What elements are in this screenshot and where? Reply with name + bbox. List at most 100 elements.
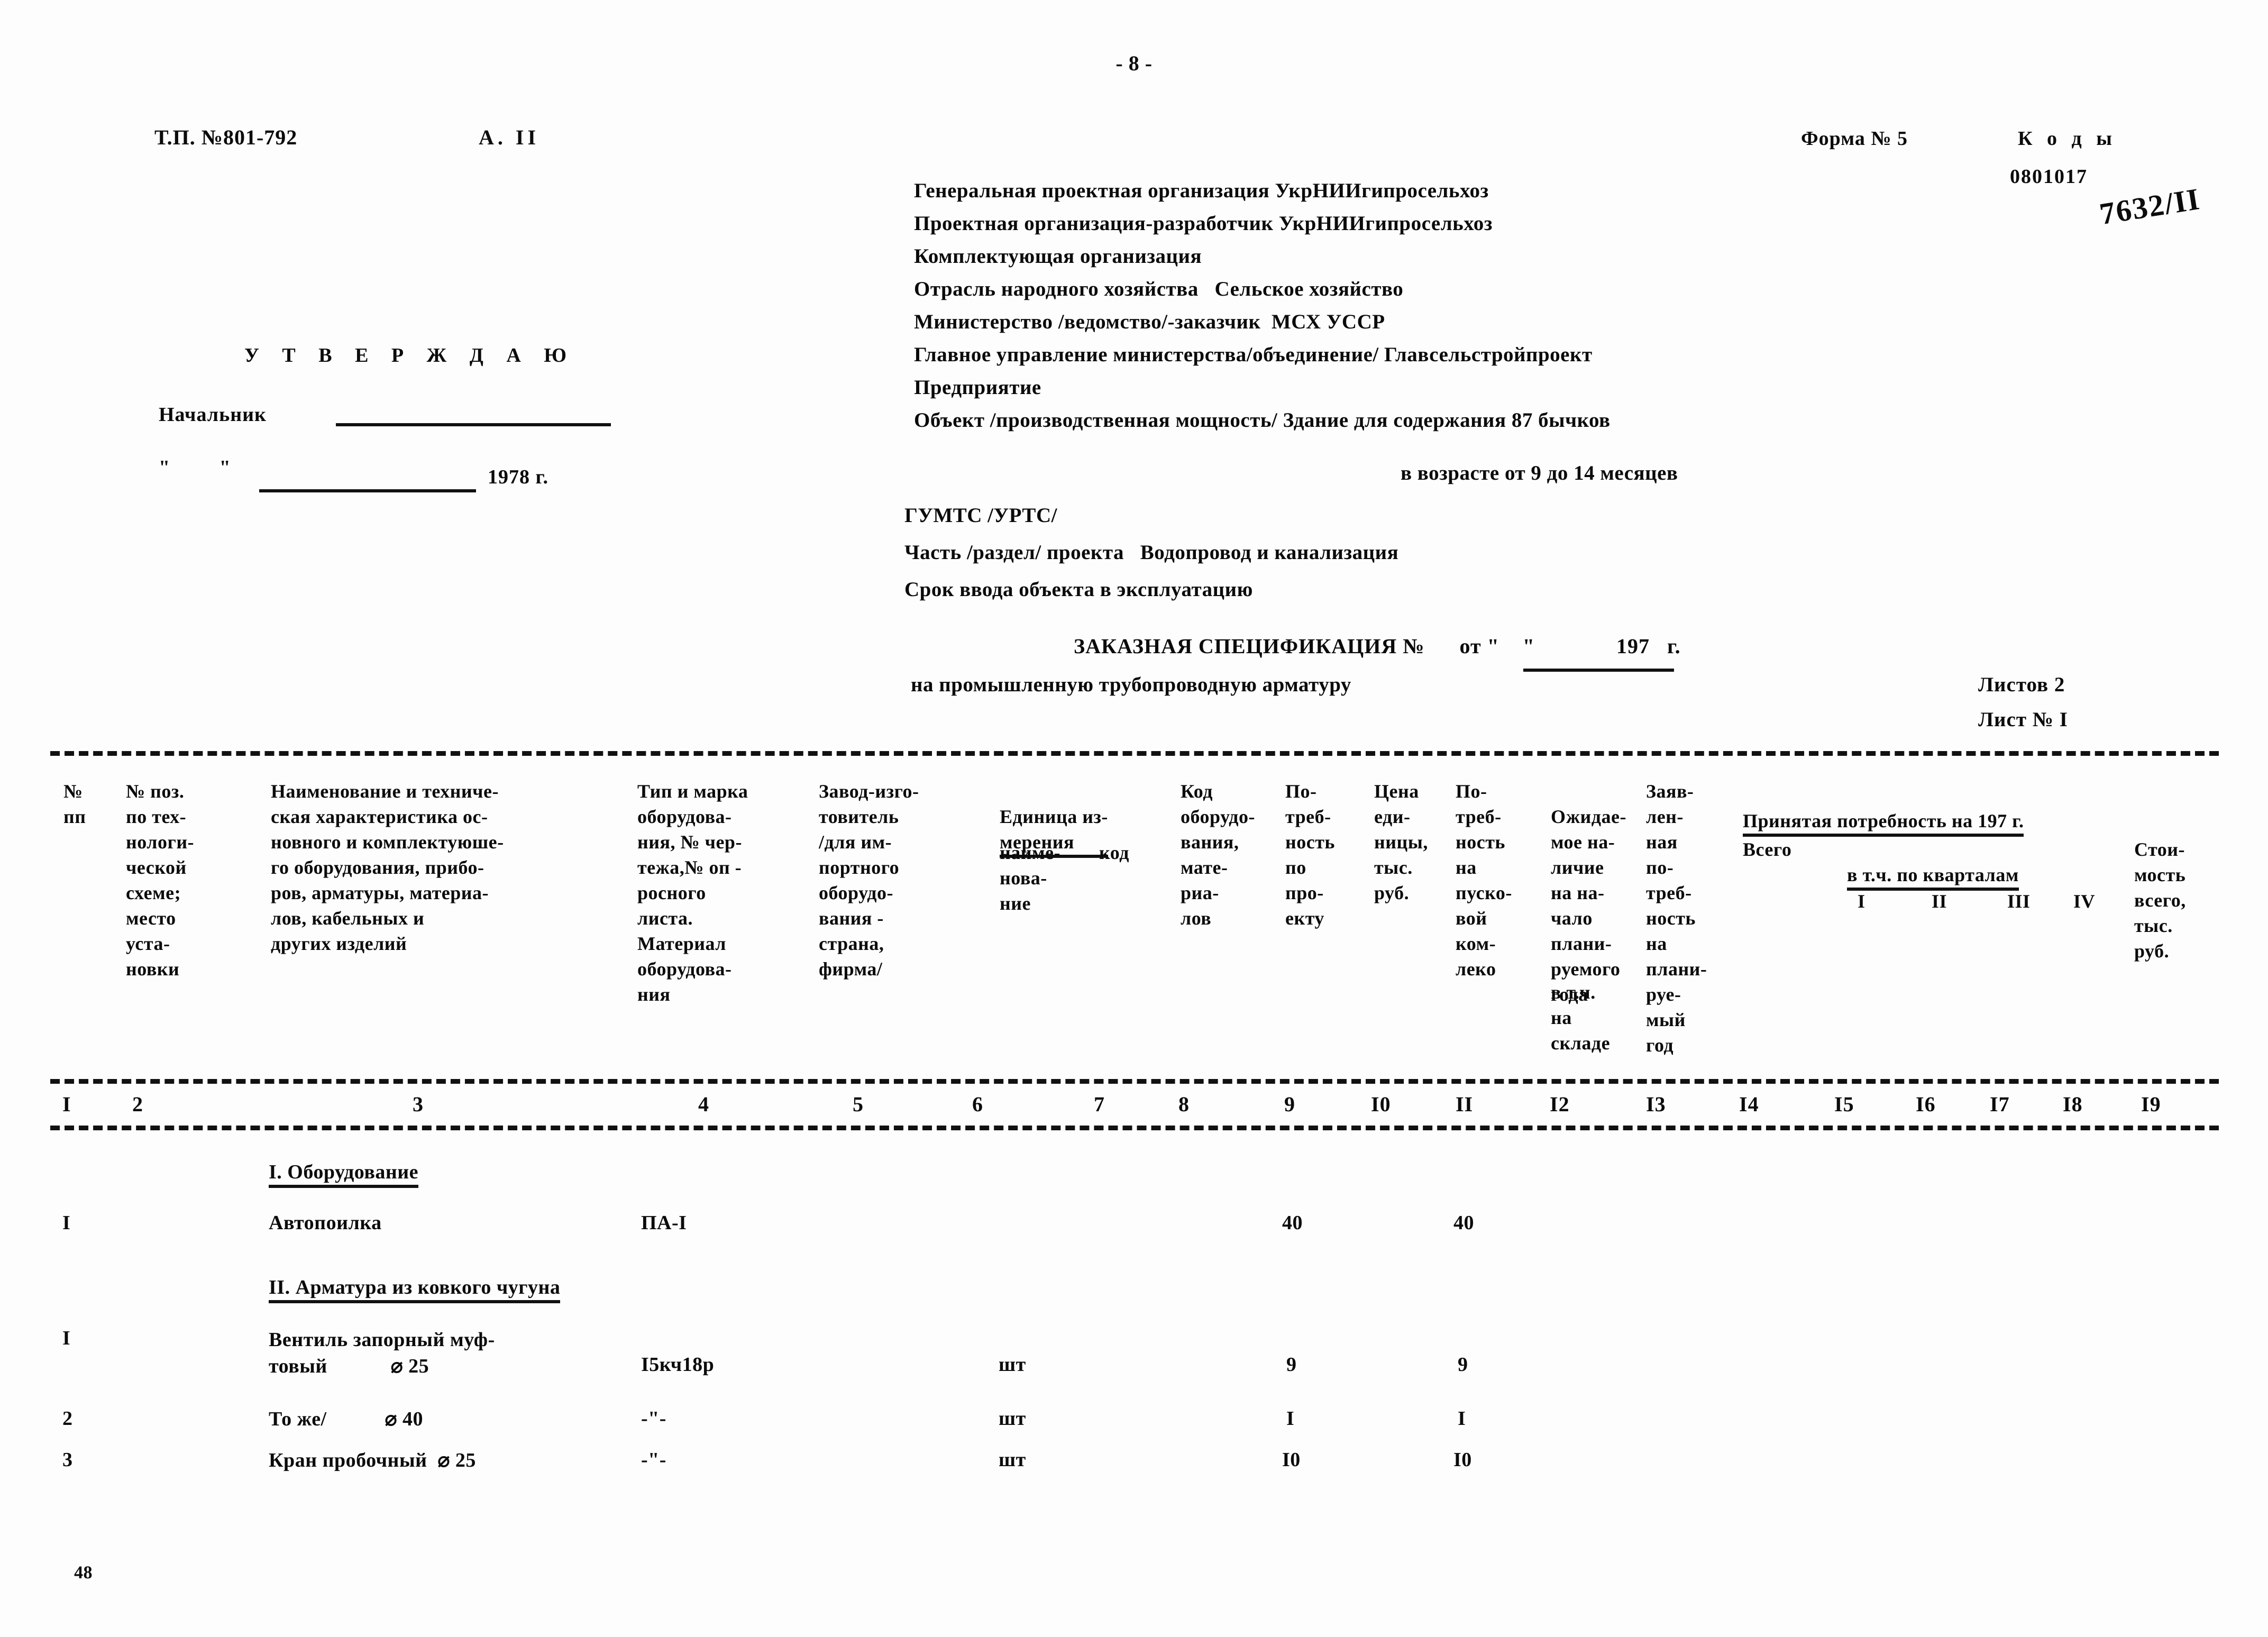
- col-number-11: II: [1456, 1092, 1474, 1116]
- info-row-general-org: Генеральная проектная организация УкрНИИ…: [914, 179, 1489, 202]
- col-number-2: 2: [132, 1092, 143, 1116]
- table-row-1-need-project: 40: [1282, 1212, 1303, 1234]
- col-number-12: I2: [1550, 1092, 1570, 1116]
- typical-project-number: Т.П. №801-792: [154, 125, 298, 149]
- sheet-current: Лист № I: [1978, 708, 2068, 731]
- col-number-7: 7: [1094, 1092, 1105, 1116]
- col-number-16: I6: [1916, 1092, 1936, 1116]
- table-row-2-need-project: 9: [1286, 1354, 1297, 1376]
- col-number-5: 5: [853, 1092, 864, 1116]
- col-header-quarter-3: III: [2007, 891, 2031, 912]
- info-row-developer-org: Проектная организация-разработчик УкрНИИ…: [914, 212, 1493, 235]
- col-header-by-quarters-text: в т.ч. по кварталам: [1847, 862, 2019, 891]
- col-number-9: 9: [1284, 1092, 1295, 1116]
- approval-year: 1978 г.: [488, 466, 548, 488]
- col-number-10: I0: [1371, 1092, 1391, 1116]
- col-header-unit-code: код: [1099, 842, 1129, 863]
- col-number-13: I3: [1646, 1092, 1666, 1116]
- col-header-quarter-1: I: [1858, 891, 1865, 912]
- col-number-6: 6: [972, 1092, 983, 1116]
- col-header-type: Тип и марка оборудова- ния, № чер- тежа,…: [637, 781, 748, 1005]
- info-row-object: Объект /производственная мощность/ Здани…: [914, 409, 1611, 432]
- col-header-no: № пп: [63, 781, 86, 827]
- col-number-14: I4: [1739, 1092, 1759, 1116]
- table-row-3-need-project: I: [1286, 1407, 1295, 1430]
- section-title-equipment: I. Оборудование: [269, 1160, 419, 1188]
- col-number-15: I5: [1834, 1092, 1854, 1116]
- sheets-total: Листов 2: [1978, 673, 2065, 696]
- col-header-expected-stock-text: Ожидае- мое на- личие на на- чало плани-…: [1551, 806, 1626, 1005]
- table-row-4-name: Кран пробочный ⌀ 25: [269, 1449, 476, 1471]
- form-number-label: Форма № 5: [1801, 127, 1908, 150]
- table-row-4-type: -"-: [641, 1449, 666, 1471]
- col-number-4: 4: [698, 1092, 709, 1116]
- col-header-accepted-need: Принятая потребность на 197 г.: [1743, 783, 2229, 837]
- chief-signature-line: [336, 423, 611, 426]
- col-header-equipment-code: Код оборудо- вания, мате- риа- лов: [1181, 781, 1256, 929]
- document-page: - 8 - Т.П. №801-792 А. II Форма № 5 К о …: [0, 0, 2268, 1637]
- table-top-rule: [50, 751, 2219, 756]
- table-row-3-unit: шт: [999, 1407, 1026, 1430]
- table-numbers-bottom-rule: [50, 1126, 2219, 1130]
- col-header-declared-need: Заяв- лен- ная по- треб- ность на плани-…: [1646, 781, 1707, 1056]
- specification-date-blank: [1523, 669, 1674, 672]
- col-header-position: № поз. по тех- нологи- ческой схеме; мес…: [126, 781, 195, 980]
- album-label: А. II: [479, 125, 540, 149]
- specification-title: ЗАКАЗНАЯ СПЕЦИФИКАЦИЯ № от " " 197 г.: [1074, 634, 1681, 658]
- col-header-manufacturer: Завод-изго- товитель /для им- портного о…: [819, 781, 919, 980]
- col-header-by-quarters: в т.ч. по кварталам: [1847, 837, 2111, 891]
- code-value: 0801017: [2010, 166, 2088, 188]
- table-row-4-need-startup: I0: [1453, 1449, 1472, 1471]
- table-row-1-need-startup: 40: [1453, 1212, 1474, 1234]
- table-row-4-unit: шт: [999, 1449, 1026, 1471]
- chief-label: Начальник: [159, 404, 267, 426]
- col-header-unit-name: наиме- нова- ние: [1000, 842, 1060, 914]
- col-number-8: 8: [1178, 1092, 1190, 1116]
- info-row-main-department: Главное управление министерства/объедине…: [914, 343, 1593, 366]
- date-blank-line: [259, 489, 476, 492]
- col-header-quarter-4: IV: [2073, 891, 2096, 912]
- date-quotes: " ": [159, 456, 253, 479]
- section-title-equipment-text: I. Оборудование: [269, 1160, 419, 1188]
- table-row-3-name: То же/ ⌀ 40: [269, 1408, 423, 1430]
- table-row-3-need-startup: I: [1458, 1407, 1466, 1430]
- info-row-enterprise: Предприятие: [914, 376, 1041, 399]
- col-header-need-startup: По- треб- ность на пуско- вой ком- леко: [1456, 781, 1512, 980]
- table-row-3-no: 2: [62, 1407, 73, 1430]
- section-title-fittings-text: II. Арматура из ковкого чугуна: [269, 1276, 561, 1303]
- table-row-2-unit: шт: [999, 1354, 1026, 1376]
- table-row-4-need-project: I0: [1282, 1449, 1301, 1471]
- col-header-need-project: По- треб- ность по про- екту: [1285, 781, 1335, 929]
- col-header-total-cost: Стои- мость всего, тыс. руб.: [2134, 839, 2186, 962]
- table-row-2-no: I: [62, 1327, 71, 1349]
- table-row-2-need-startup: 9: [1458, 1354, 1468, 1376]
- col-number-3: 3: [413, 1092, 424, 1116]
- col-number-19: I9: [2141, 1092, 2161, 1116]
- table-row-4-no: 3: [62, 1449, 73, 1471]
- info-row-project-part: Часть /раздел/ проекта Водопровод и кана…: [904, 541, 1399, 564]
- info-row-ministry: Министерство /ведомство/-заказчик МСХ УС…: [914, 310, 1385, 333]
- table-row-1-type: ПА-I: [641, 1212, 687, 1234]
- col-header-accepted-need-text: Принятая потребность на 197 г.: [1743, 808, 2024, 837]
- col-header-unit-price: Цена еди- ницы, тыс. руб.: [1374, 781, 1428, 903]
- handwritten-annotation: 7632/II: [2097, 181, 2203, 232]
- specification-subtitle: на промышленную трубопроводную арматуру: [911, 673, 1351, 696]
- col-header-quarter-2: II: [1932, 891, 1947, 912]
- table-row-1-no: I: [62, 1212, 71, 1234]
- info-row-commissioning-date: Срок ввода объекта в эксплуатацию: [904, 578, 1253, 601]
- codes-label: К о д ы: [2018, 127, 2117, 150]
- col-number-1: I: [62, 1092, 71, 1116]
- section-title-fittings: II. Арматура из ковкого чугуна: [269, 1276, 561, 1303]
- info-row-object-continued: в возрасте от 9 до 14 месяцев: [1401, 462, 1678, 484]
- page-number: - 8 -: [1115, 51, 1153, 75]
- bottom-page-mark: 48: [74, 1563, 93, 1583]
- col-header-total: Всего: [1743, 839, 1792, 860]
- col-header-name: Наименование и техниче- ская характерист…: [271, 781, 504, 954]
- col-number-18: I8: [2063, 1092, 2083, 1116]
- info-row-industry: Отрасль народного хозяйства Сельское хоз…: [914, 278, 1404, 300]
- col-number-17: I7: [1990, 1092, 2010, 1116]
- table-row-3-type: -"-: [641, 1407, 666, 1430]
- table-row-2-type: I5кч18р: [641, 1354, 715, 1376]
- approval-title: У Т В Е Р Ж Д А Ю: [244, 344, 576, 367]
- info-row-supplier-org: Комплектующая организация: [914, 245, 1202, 268]
